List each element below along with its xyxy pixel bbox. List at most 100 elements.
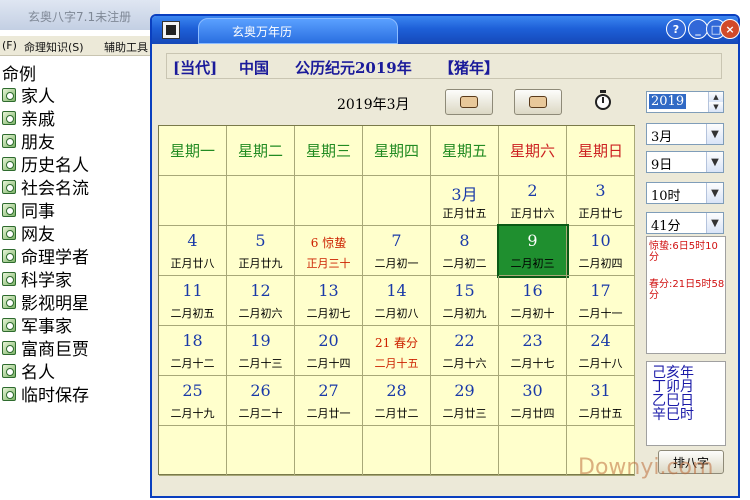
tree-item[interactable]: 科学家 bbox=[2, 267, 72, 291]
empty-day-cell[interactable] bbox=[363, 176, 431, 226]
empty-day-cell[interactable] bbox=[363, 426, 431, 476]
empty-day-cell[interactable] bbox=[431, 426, 499, 476]
day-number: 26 bbox=[250, 381, 271, 400]
tree-item[interactable]: 社会名流 bbox=[2, 175, 89, 199]
close-button[interactable]: × bbox=[720, 19, 740, 39]
tree-item-label: 同事 bbox=[21, 202, 55, 222]
day-cell[interactable]: 25 二月十九 bbox=[159, 376, 227, 426]
day-cell[interactable]: 18 二月十二 bbox=[159, 326, 227, 376]
lunar-date: 二月廿二 bbox=[374, 407, 419, 420]
tree-item[interactable]: 网友 bbox=[2, 221, 55, 245]
era-label: [当代] bbox=[173, 59, 218, 77]
folder-node-icon bbox=[2, 179, 16, 194]
day-cell[interactable]: 13 二月初七 bbox=[295, 276, 363, 326]
day-cell[interactable]: 24 二月十八 bbox=[567, 326, 635, 376]
lunar-date: 正月廿九 bbox=[238, 257, 283, 270]
day-cell[interactable]: 20 二月十四 bbox=[295, 326, 363, 376]
chevron-down-icon[interactable]: ▼ bbox=[706, 124, 723, 144]
month-select[interactable]: 3月 ▼ bbox=[646, 123, 724, 145]
app-icon[interactable] bbox=[162, 21, 180, 39]
calendar-info-bar: [当代] 中国 公历纪元2019年 【猪年】 bbox=[166, 53, 722, 79]
tree-item[interactable]: 亲戚 bbox=[2, 106, 55, 130]
current-month-label: 2019年3月 bbox=[337, 97, 410, 113]
day-cell[interactable]: 16 二月初十 bbox=[499, 276, 567, 326]
day-cell[interactable]: 5 正月廿九 bbox=[227, 226, 295, 276]
day-number: 29 bbox=[454, 381, 475, 400]
folder-node-icon bbox=[2, 294, 16, 309]
day-cell[interactable]: 6 惊蛰 正月三十 bbox=[295, 226, 363, 276]
country-label: 中国 bbox=[239, 59, 270, 77]
lunar-date: 二月十二 bbox=[170, 357, 215, 370]
year-value[interactable]: 2019 bbox=[649, 94, 687, 109]
tree-item[interactable]: 历史名人 bbox=[2, 152, 89, 176]
day-cell[interactable]: 27 二月廿一 bbox=[295, 376, 363, 426]
chevron-down-icon[interactable]: ▼ bbox=[706, 213, 723, 233]
lunar-date: 二月廿五 bbox=[578, 407, 623, 420]
lunar-date: 二月初四 bbox=[578, 257, 623, 270]
empty-day-cell[interactable] bbox=[159, 426, 227, 476]
minimize-button[interactable]: _ bbox=[688, 19, 708, 39]
day-cell[interactable]: 21 春分 二月十五 bbox=[363, 326, 431, 376]
solar-term-1: 惊蛰:6日5时10分 bbox=[649, 241, 718, 263]
day-cell[interactable]: 7 二月初一 bbox=[363, 226, 431, 276]
tree-item[interactable]: 名人 bbox=[2, 359, 55, 383]
day-cell[interactable]: 31 二月廿五 bbox=[567, 376, 635, 426]
day-cell[interactable]: 12 二月初六 bbox=[227, 276, 295, 326]
chevron-down-icon[interactable]: ▼ bbox=[706, 183, 723, 203]
hour-select[interactable]: 10时 ▼ bbox=[646, 182, 724, 204]
day-cell[interactable]: 26 二月二十 bbox=[227, 376, 295, 426]
tree-item[interactable]: 命理学者 bbox=[2, 244, 89, 268]
chevron-down-icon[interactable]: ▼ bbox=[706, 152, 723, 172]
weekday-header: 星期一 bbox=[159, 126, 227, 176]
empty-day-cell[interactable] bbox=[159, 176, 227, 226]
day-cell[interactable]: 9 二月初三 bbox=[497, 224, 569, 278]
day-cell[interactable]: 11 二月初五 bbox=[159, 276, 227, 326]
day-select-value: 9日 bbox=[651, 158, 673, 173]
tree-item[interactable]: 军事家 bbox=[2, 313, 72, 337]
minute-select[interactable]: 41分 ▼ bbox=[646, 212, 724, 234]
lunar-date: 二月初二 bbox=[442, 257, 487, 270]
day-number: 20 bbox=[318, 331, 339, 350]
lunar-date: 二月十九 bbox=[170, 407, 215, 420]
day-cell[interactable]: 2 正月廿六 bbox=[499, 176, 567, 226]
day-cell[interactable]: 15 二月初九 bbox=[431, 276, 499, 326]
tree-item[interactable]: 朋友 bbox=[2, 129, 55, 153]
day-number: 31 bbox=[590, 381, 611, 400]
day-cell[interactable]: 22 二月十六 bbox=[431, 326, 499, 376]
alarm-clock-icon[interactable] bbox=[595, 90, 611, 110]
spin-up-icon[interactable]: ▲ bbox=[708, 92, 723, 102]
empty-day-cell[interactable] bbox=[499, 426, 567, 476]
day-cell[interactable]: 19 二月十三 bbox=[227, 326, 295, 376]
empty-day-cell[interactable] bbox=[227, 176, 295, 226]
tree-item[interactable]: 影视明星 bbox=[2, 290, 89, 314]
empty-day-cell[interactable] bbox=[295, 176, 363, 226]
day-cell[interactable]: 3月 正月廿五 bbox=[431, 176, 499, 226]
empty-day-cell[interactable] bbox=[227, 426, 295, 476]
menu-tools[interactable]: 辅助工具 bbox=[104, 39, 148, 55]
day-cell[interactable]: 10 二月初四 bbox=[567, 226, 635, 276]
day-cell[interactable]: 17 二月十一 bbox=[567, 276, 635, 326]
empty-day-cell[interactable] bbox=[295, 426, 363, 476]
day-cell[interactable]: 30 二月廿四 bbox=[499, 376, 567, 426]
menu-file[interactable]: (F) bbox=[2, 39, 17, 52]
day-cell[interactable]: 4 正月廿八 bbox=[159, 226, 227, 276]
day-cell[interactable]: 23 二月十七 bbox=[499, 326, 567, 376]
day-cell[interactable]: 14 二月初八 bbox=[363, 276, 431, 326]
tree-item[interactable]: 家人 bbox=[2, 83, 55, 107]
year-spinner[interactable]: 2019 ▲ ▼ bbox=[646, 91, 724, 113]
tree-item[interactable]: 同事 bbox=[2, 198, 55, 222]
help-button[interactable]: ? bbox=[666, 19, 686, 39]
next-month-button[interactable] bbox=[514, 89, 562, 115]
menu-knowledge[interactable]: 命理知识(S) bbox=[24, 39, 84, 55]
hand-right-icon bbox=[529, 96, 547, 108]
day-select[interactable]: 9日 ▼ bbox=[646, 151, 724, 173]
folder-node-icon bbox=[2, 317, 16, 332]
day-cell[interactable]: 28 二月廿二 bbox=[363, 376, 431, 426]
spin-down-icon[interactable]: ▼ bbox=[708, 102, 723, 112]
previous-month-button[interactable] bbox=[445, 89, 493, 115]
day-cell[interactable]: 8 二月初二 bbox=[431, 226, 499, 276]
tree-item[interactable]: 富商巨贾 bbox=[2, 336, 89, 360]
day-cell[interactable]: 3 正月廿七 bbox=[567, 176, 635, 226]
day-cell[interactable]: 29 二月廿三 bbox=[431, 376, 499, 426]
tree-item[interactable]: 临时保存 bbox=[2, 382, 89, 406]
